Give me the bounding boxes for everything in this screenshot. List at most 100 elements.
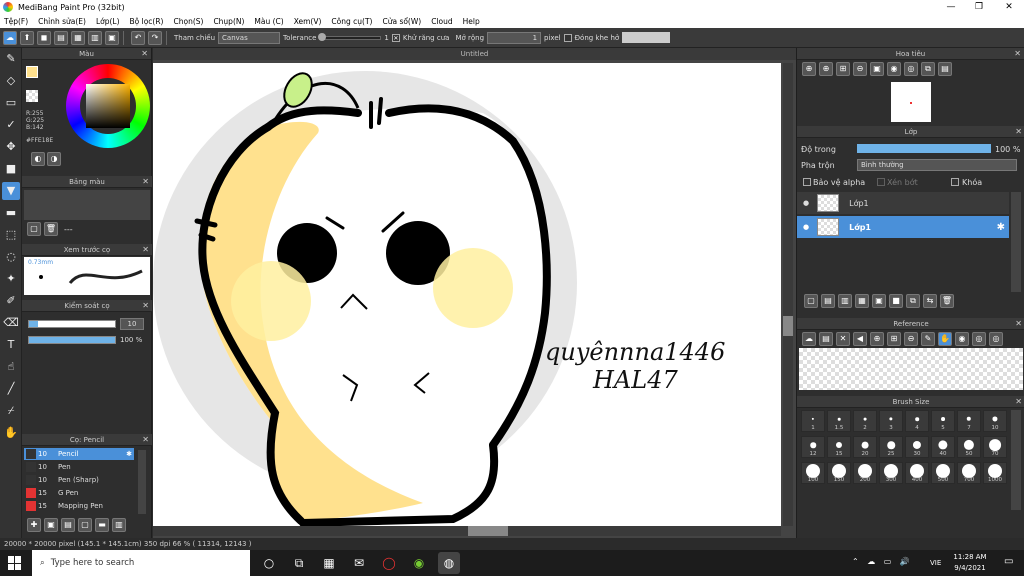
eyedropper-icon[interactable]: ⌿: [2, 402, 20, 420]
delete-palette-icon[interactable]: 🗑: [44, 222, 58, 236]
vertical-scrollbar[interactable]: [783, 63, 793, 526]
cortana-icon[interactable]: ○: [258, 552, 280, 574]
brush-size-cell[interactable]: 50: [957, 436, 981, 458]
reference-open-icon[interactable]: ▤: [819, 332, 833, 346]
task-view-icon[interactable]: ⧉: [288, 552, 310, 574]
windows-start-icon[interactable]: [8, 556, 22, 570]
eraser-tool-icon[interactable]: ◇: [2, 72, 20, 90]
select-eraser-icon[interactable]: ⌫: [2, 314, 20, 332]
reference-zoom-in-icon[interactable]: ⊕: [870, 332, 884, 346]
brush-size-scrollbar[interactable]: [1011, 410, 1021, 510]
merge-layer-icon[interactable]: ⧉: [906, 294, 920, 308]
notification-icon[interactable]: ▭: [1004, 556, 1013, 567]
transfer-layer-icon[interactable]: ⇆: [923, 294, 937, 308]
gear-icon[interactable]: ✱: [997, 222, 1005, 233]
mail-icon[interactable]: ✉: [348, 552, 370, 574]
dot-tool-icon[interactable]: ✓: [2, 116, 20, 134]
duplicate-layer-icon[interactable]: ▦: [855, 294, 869, 308]
brush-size-cell[interactable]: 10: [983, 410, 1007, 432]
store-icon[interactable]: ▦: [318, 552, 340, 574]
close-icon[interactable]: ✕: [1014, 48, 1021, 60]
menu-filter[interactable]: Bộ lọc(R): [130, 17, 164, 26]
reference-rotate2-icon[interactable]: ◎: [972, 332, 986, 346]
eye-icon[interactable]: ●: [803, 199, 809, 207]
brush-opacity-slider[interactable]: [28, 336, 116, 344]
brush-size-slider[interactable]: [28, 320, 116, 328]
brush-size-cell[interactable]: 25: [879, 436, 903, 458]
move-tool-icon[interactable]: ✥: [2, 138, 20, 156]
brush-size-cell[interactable]: 3: [879, 410, 903, 432]
menu-select[interactable]: Chọn(S): [173, 17, 203, 26]
menu-edit[interactable]: Chỉnh sửa(E): [38, 17, 86, 26]
palette-area[interactable]: [24, 190, 150, 220]
zoom-in-icon[interactable]: ⊕: [802, 62, 816, 76]
layer-opacity-slider[interactable]: [857, 144, 991, 153]
menu-snap[interactable]: Chụp(N): [213, 17, 244, 26]
close-icon[interactable]: ✕: [1015, 396, 1022, 408]
layer-row-selected[interactable]: ● Lớp1 ✱: [797, 216, 1009, 238]
shape-tool-icon[interactable]: ■: [2, 160, 20, 178]
magic-wand-icon[interactable]: ✦: [2, 270, 20, 288]
fit-icon[interactable]: ⊞: [836, 62, 850, 76]
brush-size-cell[interactable]: 200: [853, 462, 877, 484]
reference-close-icon[interactable]: ✕: [836, 332, 850, 346]
reference-pen-icon[interactable]: ✎: [921, 332, 935, 346]
taskbar-search[interactable]: ⌕ Type here to search: [32, 550, 250, 576]
close-icon[interactable]: ✕: [1015, 126, 1022, 138]
blend-mode-select[interactable]: Bình thường: [857, 159, 1017, 171]
add-palette-icon[interactable]: ▢: [27, 222, 41, 236]
close-gap-slider[interactable]: [622, 32, 671, 43]
brush-size-cell[interactable]: 150: [827, 462, 851, 484]
save-icon[interactable]: ⬆: [20, 30, 34, 45]
brush-size-cell[interactable]: 30: [905, 436, 929, 458]
operation-tool-icon[interactable]: ☝: [2, 358, 20, 376]
delete-layer-icon[interactable]: 🗑: [940, 294, 954, 308]
brush-size-cell[interactable]: 7: [957, 410, 981, 432]
text-tool-icon[interactable]: T: [2, 336, 20, 354]
brush-item-pen[interactable]: 10 Pen: [24, 461, 134, 473]
bucket-tool-icon[interactable]: ▼: [2, 182, 20, 200]
settings-icon[interactable]: ✱: [126, 450, 132, 458]
brush-item-mapping-pen[interactable]: 15 Mapping Pen: [24, 500, 134, 512]
medibang-taskbar-icon[interactable]: ◍: [438, 552, 460, 574]
layer-folder-icon[interactable]: ■: [889, 294, 903, 308]
brush-size-cell[interactable]: 2: [853, 410, 877, 432]
close-icon[interactable]: ✕: [142, 300, 149, 312]
brush-size-cell[interactable]: 500: [931, 462, 955, 484]
select-tool-icon[interactable]: ⬚: [2, 226, 20, 244]
close-icon[interactable]: ✕: [141, 48, 148, 60]
menu-file[interactable]: Tệp(F): [4, 17, 28, 26]
brush-item-pen-sharp[interactable]: 10 Pen (Sharp): [24, 474, 134, 486]
zoom-in-icon[interactable]: ⊕: [819, 62, 833, 76]
app-green-icon[interactable]: ◉: [408, 552, 430, 574]
add-brush-icon[interactable]: ✚: [27, 518, 41, 532]
brush-size-cell[interactable]: 400: [905, 462, 929, 484]
opera-icon[interactable]: ◯: [378, 552, 400, 574]
brush-size-cell[interactable]: 20: [853, 436, 877, 458]
brush-tool-icon[interactable]: ✎: [2, 50, 20, 68]
reference-select[interactable]: Canvas: [218, 31, 281, 44]
brush-list-scrollbar[interactable]: [138, 450, 146, 514]
brush-copy-icon[interactable]: ▤: [61, 518, 75, 532]
menu-layer[interactable]: Lớp(L): [96, 17, 120, 26]
navigator-menu-icon[interactable]: ▤: [938, 62, 952, 76]
panel-icon[interactable]: ▦: [71, 30, 85, 45]
brush-size-cell[interactable]: 700: [957, 462, 981, 484]
new-halftone-layer-icon[interactable]: ▥: [838, 294, 852, 308]
background-color-swatch[interactable]: [26, 90, 38, 102]
zoom-out-icon[interactable]: ⊖: [853, 62, 867, 76]
color-wheel[interactable]: [66, 64, 150, 148]
maximize-button[interactable]: ❐: [964, 0, 994, 14]
brush-open-icon[interactable]: ▬: [95, 518, 109, 532]
hand-tool-icon[interactable]: ✋: [2, 424, 20, 442]
brush-size-cell[interactable]: 5: [931, 410, 955, 432]
reference-hand-icon[interactable]: ✋: [938, 332, 952, 346]
expand-input[interactable]: 1: [487, 31, 542, 44]
close-icon[interactable]: ✕: [142, 434, 149, 446]
close-icon[interactable]: ✕: [142, 244, 149, 256]
clipping-checkbox[interactable]: [877, 178, 885, 186]
reference-canvas[interactable]: [799, 348, 1023, 390]
horizontal-scrollbar[interactable]: [153, 526, 781, 536]
brush-folder-icon[interactable]: ▣: [44, 518, 58, 532]
brush-size-cell[interactable]: 300: [879, 462, 903, 484]
